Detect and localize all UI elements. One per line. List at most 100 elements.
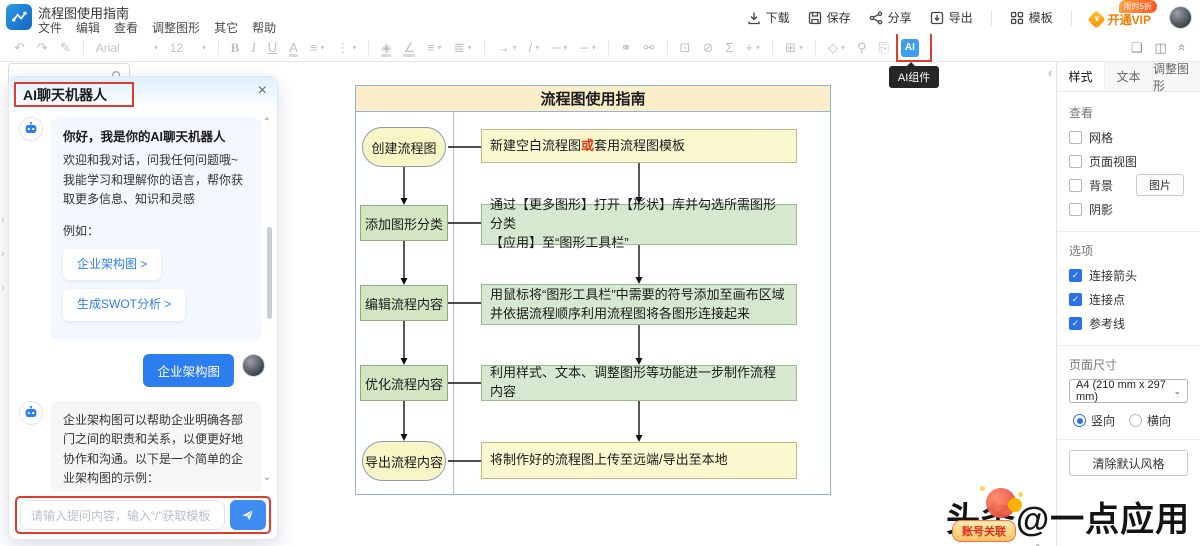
flow-node-1[interactable]: 添加图形分类 — [360, 205, 448, 241]
table-select[interactable]: ⊞ ▾ — [785, 41, 803, 54]
share-button[interactable]: 分享 — [869, 9, 912, 26]
unlink-button[interactable]: ⚯ — [644, 41, 655, 54]
font-color-button[interactable]: A — [289, 41, 298, 57]
flow-desc-line: 用鼠标将“图形工具栏”中需要的符号添加至画布区域 — [490, 286, 785, 302]
menu-item-2[interactable]: 查看 — [114, 19, 138, 36]
flow-desc-4[interactable]: 将制作好的流程图上传至远端/导出至本地 — [481, 442, 797, 479]
collapse-toolbar-icon[interactable]: « — [1175, 41, 1190, 54]
checkbox-网格[interactable] — [1069, 130, 1082, 144]
highlighted-text: 或 — [581, 137, 595, 153]
flowchart-canvas[interactable]: 流程图使用指南 创建流程图 新建空白流程图或套用流程图模板 添加图形分类 通过【更多图… — [355, 85, 831, 495]
line-start-select[interactable]: ─ ▾ — [551, 41, 567, 54]
export-button[interactable]: 导出 — [930, 9, 973, 26]
scroll-down-icon[interactable]: ⌄ — [263, 472, 271, 483]
toolbar-separator — [814, 40, 816, 55]
tab-文本[interactable]: 文本 — [1104, 62, 1152, 91]
flow-node-3[interactable]: 优化流程内容 — [360, 365, 448, 401]
clear-default-style-button[interactable]: 清除默认风格 — [1069, 450, 1188, 476]
send-button[interactable] — [230, 500, 266, 530]
redo-icon[interactable]: ↷ — [37, 41, 48, 54]
panel-toggle-icon[interactable]: ◫ — [1154, 41, 1166, 54]
checkbox-背景[interactable] — [1069, 178, 1082, 192]
flow-desc-1[interactable]: 通过【更多图形】打开【形状】库并勾选所需图形分类 【应用】至“图形工具栏” — [481, 197, 797, 250]
bot-reply-bubble: 企业架构图可以帮助企业明确各部门之间的职责和关系，以便更好地协作和沟通。以下是一… — [51, 400, 261, 491]
download-button[interactable]: 下载 — [747, 9, 790, 26]
bold-button[interactable]: B — [231, 41, 240, 54]
close-icon[interactable]: × — [258, 82, 267, 100]
bot-message-row: 企业架构图可以帮助企业明确各部门之间的职责和关系，以便更好地协作和沟通。以下是一… — [19, 400, 265, 491]
tab-调整图形[interactable]: 调整图形 — [1152, 62, 1200, 93]
formula-button[interactable]: Σ — [725, 41, 733, 54]
flow-desc-3[interactable]: 利用样式、文本、调整图形等功能进一步制作流程内容 — [481, 365, 797, 401]
link-button[interactable]: ⚭ — [621, 41, 632, 54]
radio-label: 竖向 — [1091, 414, 1116, 428]
line-width-select[interactable]: ≡ ▾ — [427, 41, 442, 54]
menu-item-3[interactable]: 调整图形 — [152, 19, 200, 36]
connector-type-select[interactable]: / ▾ — [529, 41, 540, 54]
flow-desc-2[interactable]: 用鼠标将“图形工具栏”中需要的符号添加至画布区域 并依据流程顺序利用流程图将各图形… — [481, 284, 797, 325]
undo-icon[interactable]: ↶ — [14, 41, 25, 54]
example-link-1[interactable]: 生成SWOT分析 > — [63, 289, 186, 321]
view-row-2: 背景 图片 — [1069, 173, 1188, 197]
theme-select[interactable]: ◇ ▾ — [828, 41, 845, 54]
menu-item-1[interactable]: 编辑 — [76, 19, 100, 36]
red-annotation-box: 请输入提问内容，输入“/”获取模板 — [15, 496, 271, 534]
fill-color-button[interactable]: ◈ — [381, 41, 392, 57]
example-link-0[interactable]: 企业架构图 > — [63, 249, 162, 281]
panel-collapse-icon[interactable]: ‹ — [1048, 66, 1052, 80]
panel-edge-chevron-icon[interactable]: › — [1, 282, 5, 294]
checkbox-阴影[interactable] — [1069, 202, 1082, 216]
font-family-select[interactable]: Arial ▾ — [96, 41, 158, 55]
flow-node-4[interactable]: 导出流程内容 — [362, 441, 446, 481]
arrow-style-select[interactable]: → ▾ — [497, 41, 517, 54]
line-end-select[interactable]: ─ ▾ — [580, 41, 596, 54]
app-logo-icon[interactable] — [6, 4, 32, 30]
pin-button[interactable]: ⚲ — [857, 41, 867, 54]
flow-node-2[interactable]: 编辑流程内容 — [360, 285, 448, 321]
checkbox-参考线[interactable]: ✓ — [1069, 316, 1082, 330]
clipboard-button[interactable]: ⎘ — [878, 41, 888, 54]
checkbox-连接箭头[interactable]: ✓ — [1069, 268, 1082, 282]
line-style-select[interactable]: ≣ ▾ — [454, 41, 472, 54]
template-icon — [1010, 11, 1024, 25]
ai-component-button[interactable]: AI — [900, 38, 919, 57]
flow-desc-0[interactable]: 新建空白流程图或套用流程图模板 — [481, 129, 797, 163]
page-size-select[interactable]: A4 (210 mm x 297 mm) ⌄ — [1069, 379, 1188, 403]
panel-edge-chevron-icon[interactable]: › — [1, 214, 5, 226]
checkbox-连接点[interactable]: ✓ — [1069, 292, 1082, 306]
user-avatar[interactable] — [1169, 6, 1192, 29]
menu-item-0[interactable]: 文件 — [38, 19, 62, 36]
background-image-button[interactable]: 图片 — [1136, 174, 1185, 196]
chat-input[interactable]: 请输入提问内容，输入“/”获取模板 — [20, 500, 225, 530]
save-button[interactable]: 保存 — [808, 9, 851, 26]
insert-image-button[interactable]: ⊡ — [680, 41, 691, 54]
toolbar: ↶ ↷ ✎ Arial ▾ 12 ▾ B I U A ≡ ▾ ⋮ ▾ ◈ ∠ ≡ ▾ ≣ ▾ → ▾ / ▾ ─ ▾ ─ ▾ ⚭ ⚯ ⊡ ⊘ Σ +… — [0, 28, 1200, 88]
save-icon — [808, 11, 822, 25]
template-button[interactable]: 模板 — [1010, 9, 1053, 26]
align-select[interactable]: ≡ ▾ — [310, 41, 325, 54]
flow-node-0[interactable]: 创建流程图 — [362, 127, 446, 167]
italic-button[interactable]: I — [251, 41, 255, 54]
chevron-down-icon: ▾ — [201, 43, 206, 52]
menu-item-5[interactable]: 帮助 — [252, 19, 276, 36]
template-label: 模板 — [1028, 11, 1053, 25]
panel-edge-chevron-icon[interactable]: › — [1, 248, 5, 260]
font-size-select[interactable]: 12 ▾ — [170, 41, 206, 55]
underline-button[interactable]: U — [268, 41, 277, 54]
menu-item-4[interactable]: 其它 — [214, 19, 238, 36]
insert-plus-select[interactable]: + ▾ — [745, 41, 760, 54]
user-avatar[interactable] — [242, 353, 265, 377]
format-painter-icon[interactable]: ✎ — [60, 41, 71, 54]
orientation-横向[interactable]: 横向 — [1129, 412, 1171, 429]
scroll-up-icon[interactable]: ⌃ — [263, 117, 271, 128]
open-vip-button[interactable]: ∨ 开通VIP 限时5折 — [1086, 0, 1157, 29]
checkbox-页面视图[interactable] — [1069, 154, 1082, 168]
radio-icon — [1073, 414, 1086, 427]
orientation-竖向[interactable]: 竖向 — [1073, 412, 1115, 429]
chat-scrollbar[interactable] — [267, 227, 272, 319]
tab-样式[interactable]: 样式 — [1057, 62, 1104, 91]
attachment-button[interactable]: ⊘ — [702, 41, 713, 54]
line-spacing-select[interactable]: ⋮ ▾ — [336, 41, 356, 54]
fullscreen-icon[interactable]: ❏ — [1131, 41, 1143, 54]
line-color-button[interactable]: ∠ — [403, 41, 416, 57]
